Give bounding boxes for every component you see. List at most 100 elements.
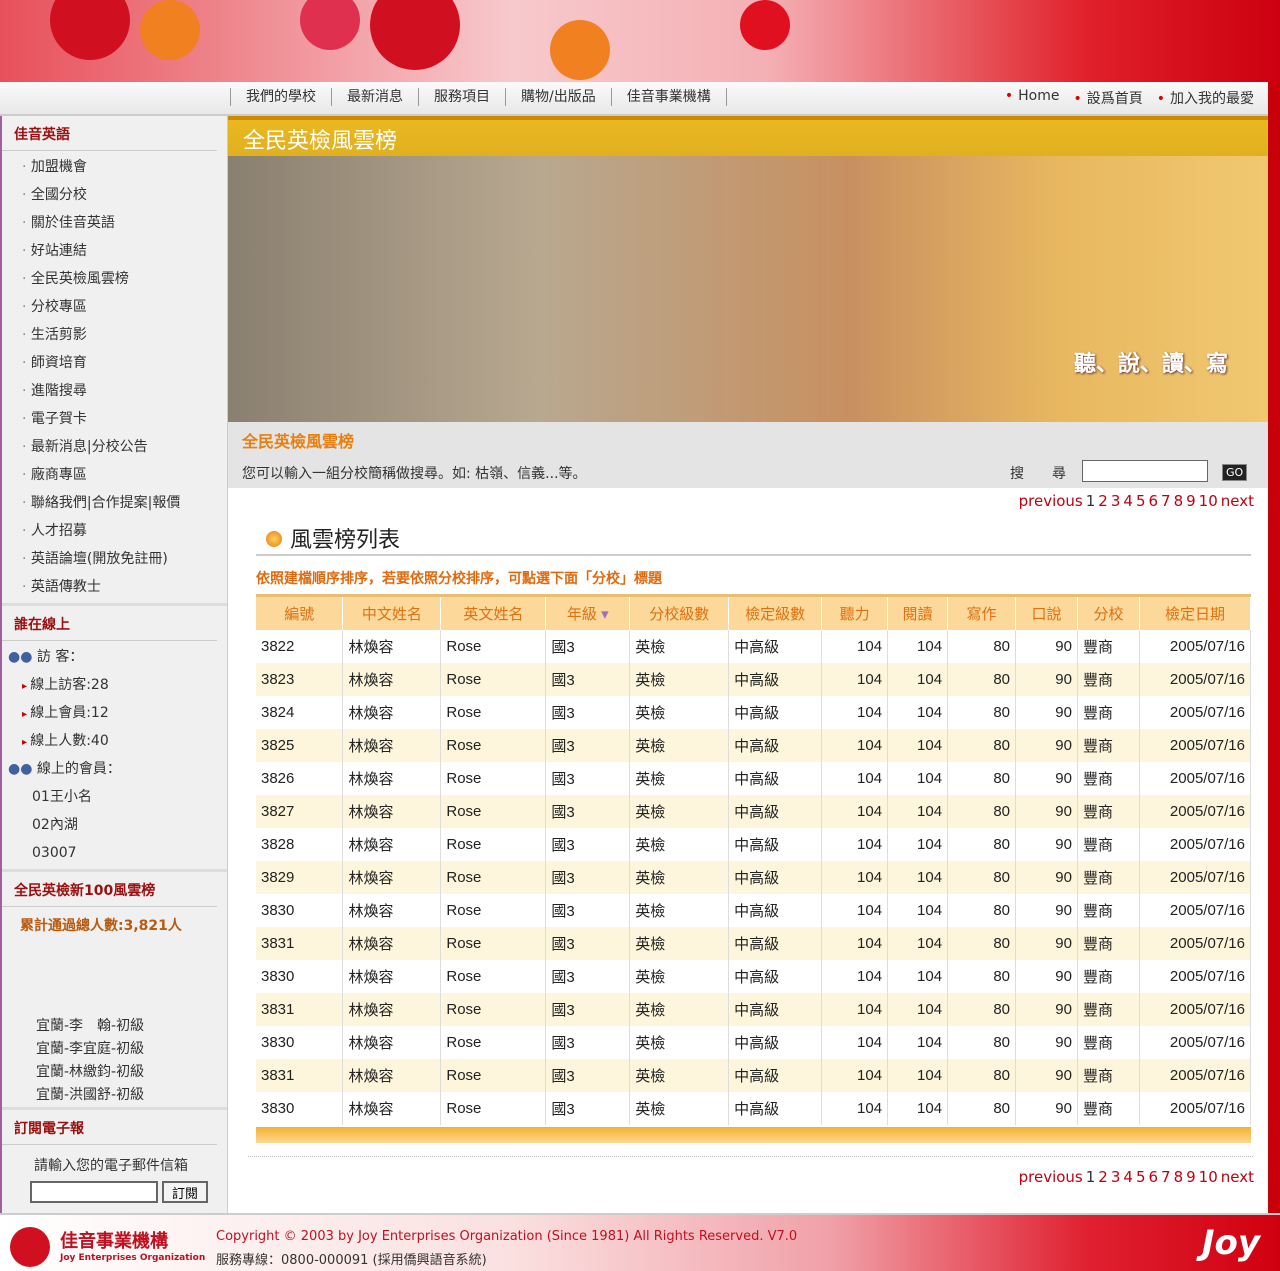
sidebar-item[interactable]: 好站連結 bbox=[2, 237, 227, 265]
table-cell: 90 bbox=[1015, 1025, 1078, 1059]
page-link[interactable]: 10 bbox=[1199, 492, 1218, 510]
page-link[interactable]: 9 bbox=[1186, 1168, 1196, 1186]
table-cell: 國3 bbox=[545, 926, 631, 960]
online-title: 誰在線上 bbox=[2, 606, 217, 641]
table-row: 3827 林煥容 Rose 國3 英檢 中高級 104 104 80 90 豐商 2005/07/16 bbox=[256, 794, 1252, 828]
email-input[interactable] bbox=[30, 1181, 158, 1203]
page-link[interactable]: 5 bbox=[1136, 492, 1146, 510]
table-cell: 80 bbox=[947, 992, 1016, 1026]
subscribe-button[interactable]: 訂閱 bbox=[162, 1181, 208, 1203]
sidebar-item[interactable]: 廠商專區 bbox=[2, 461, 227, 489]
table-cell: 104 bbox=[887, 794, 949, 828]
page-link[interactable]: 9 bbox=[1186, 492, 1196, 510]
table-cell: 80 bbox=[947, 1058, 1016, 1092]
table-cell: 2005/07/16 bbox=[1139, 1058, 1252, 1092]
search-description: 您可以輸入一組分校簡稱做搜尋。如: 枯嶺、信義...等。 bbox=[242, 466, 587, 482]
slogan: 聽、說、讀、寫 bbox=[1073, 352, 1228, 377]
sidebar-item[interactable]: 師資培育 bbox=[2, 349, 227, 377]
online-member[interactable]: 03007 bbox=[2, 839, 227, 867]
sidebar-item[interactable]: 分校專區 bbox=[2, 293, 227, 321]
table-cell: Rose bbox=[440, 728, 547, 762]
column-header[interactable]: 年級 ▾ bbox=[545, 594, 631, 630]
sidebar-item[interactable]: 英語傳教士 bbox=[2, 573, 227, 601]
table-cell: 國3 bbox=[545, 728, 631, 762]
table-cell: 豐商 bbox=[1077, 1091, 1140, 1125]
page-link[interactable]: 5 bbox=[1136, 1168, 1146, 1186]
page-link[interactable]: 8 bbox=[1174, 492, 1184, 510]
sidebar-item[interactable]: 關於佳音英語 bbox=[2, 209, 227, 237]
page-link[interactable]: 3 bbox=[1111, 492, 1121, 510]
table-cell: 90 bbox=[1015, 827, 1078, 861]
page-link[interactable]: 2 bbox=[1098, 492, 1108, 510]
column-header: 檢定日期 bbox=[1139, 594, 1252, 630]
table-cell: 豐商 bbox=[1077, 1025, 1140, 1059]
table-cell: Rose bbox=[440, 893, 547, 927]
table-cell: Rose bbox=[440, 794, 547, 828]
table-cell: 英檢 bbox=[629, 992, 730, 1026]
page-link[interactable]: 6 bbox=[1148, 492, 1158, 510]
sidebar-item[interactable]: 聯絡我們|合作提案|報價 bbox=[2, 489, 227, 517]
sidebar-item[interactable]: 最新消息|分校公告 bbox=[2, 433, 227, 461]
nav-right-link[interactable]: 加入我的最愛 bbox=[1157, 88, 1254, 108]
table-cell: 90 bbox=[1015, 1058, 1078, 1092]
sidebar-item[interactable]: 人才招募 bbox=[2, 517, 227, 545]
table-cell: 中高級 bbox=[728, 662, 823, 696]
table-cell: 林煥容 bbox=[342, 728, 442, 762]
go-button[interactable]: GO bbox=[1222, 464, 1248, 481]
column-header[interactable]: 分校 bbox=[1077, 594, 1140, 630]
page-link[interactable]: 7 bbox=[1161, 1168, 1171, 1186]
page-link[interactable]: 4 bbox=[1123, 492, 1133, 510]
rank-entry[interactable]: 宜蘭-李宜庭-初級 bbox=[36, 1038, 227, 1061]
rank-entry[interactable]: 宜蘭-林繳鈞-初級 bbox=[36, 1061, 227, 1084]
sidebar-item[interactable]: 生活剪影 bbox=[2, 321, 227, 349]
table-cell: 豐商 bbox=[1077, 992, 1140, 1026]
table-cell: 90 bbox=[1015, 662, 1078, 696]
nav-right-link[interactable]: Home bbox=[1005, 88, 1059, 108]
sort-arrow-icon[interactable]: ▾ bbox=[597, 606, 609, 623]
nav-link[interactable]: 最新消息 bbox=[331, 88, 418, 106]
table-cell: 林煥容 bbox=[342, 794, 442, 828]
page-link[interactable]: 10 bbox=[1199, 1168, 1218, 1186]
page-link[interactable]: next bbox=[1221, 1168, 1254, 1186]
page-link[interactable]: 1 bbox=[1086, 1168, 1096, 1186]
page-link[interactable]: next bbox=[1221, 492, 1254, 510]
search-input[interactable] bbox=[1082, 460, 1208, 482]
sidebar-item[interactable]: 英語論壇(開放免註冊) bbox=[2, 545, 227, 573]
nav-link[interactable]: 佳音事業機構 bbox=[610, 88, 727, 106]
page-link[interactable]: 6 bbox=[1148, 1168, 1158, 1186]
sidebar-item[interactable]: 全國分校 bbox=[2, 181, 227, 209]
table-cell: 豐商 bbox=[1077, 794, 1140, 828]
table-cell: 104 bbox=[821, 827, 889, 861]
sidebar-item[interactable]: 電子賀卡 bbox=[2, 405, 227, 433]
page-link[interactable]: 7 bbox=[1161, 492, 1171, 510]
table-cell: 3830 bbox=[256, 893, 344, 927]
sidebar-item[interactable]: 全民英檢風雲榜 bbox=[2, 265, 227, 293]
page-title: 全民英檢風雲榜 bbox=[228, 116, 1268, 156]
nav-right-link[interactable]: 設爲首頁 bbox=[1073, 88, 1143, 108]
nav-link[interactable]: 購物/出版品 bbox=[505, 88, 611, 106]
page-link[interactable]: previous bbox=[1019, 1168, 1083, 1186]
table-cell: 104 bbox=[821, 695, 889, 729]
sidebar-item[interactable]: 加盟機會 bbox=[2, 153, 227, 181]
users-icon: ●● bbox=[8, 761, 33, 777]
nav-link[interactable]: 我們的學校 bbox=[230, 88, 331, 106]
online-member[interactable]: 01王小名 bbox=[2, 783, 227, 811]
table-row: 3825 林煥容 Rose 國3 英檢 中高級 104 104 80 90 豐商 2005/07/16 bbox=[256, 728, 1252, 762]
page-link[interactable]: 1 bbox=[1086, 492, 1096, 510]
nav-link[interactable]: 服務項目 bbox=[418, 88, 505, 106]
table-cell: Rose bbox=[440, 926, 547, 960]
table-cell: 英檢 bbox=[629, 893, 730, 927]
column-header: 口說 bbox=[1015, 594, 1078, 630]
online-member[interactable]: 02內湖 bbox=[2, 811, 227, 839]
rank-entry[interactable]: 宜蘭-李 翰-初級 bbox=[36, 1015, 227, 1038]
page-link[interactable]: 2 bbox=[1098, 1168, 1108, 1186]
page-link[interactable]: previous bbox=[1019, 492, 1083, 510]
page-link[interactable]: 4 bbox=[1123, 1168, 1133, 1186]
table-cell: 104 bbox=[887, 761, 949, 795]
page-link[interactable]: 3 bbox=[1111, 1168, 1121, 1186]
sidebar-item[interactable]: 進階搜尋 bbox=[2, 377, 227, 405]
table-cell: 中高級 bbox=[728, 860, 823, 894]
top-nav: 我們的學校最新消息服務項目購物/出版品佳音事業機構 Home 設爲首頁加入我的最愛 bbox=[0, 82, 1268, 116]
page-link[interactable]: 8 bbox=[1174, 1168, 1184, 1186]
rank-entry[interactable]: 宜蘭-洪國舒-初級 bbox=[36, 1084, 227, 1103]
